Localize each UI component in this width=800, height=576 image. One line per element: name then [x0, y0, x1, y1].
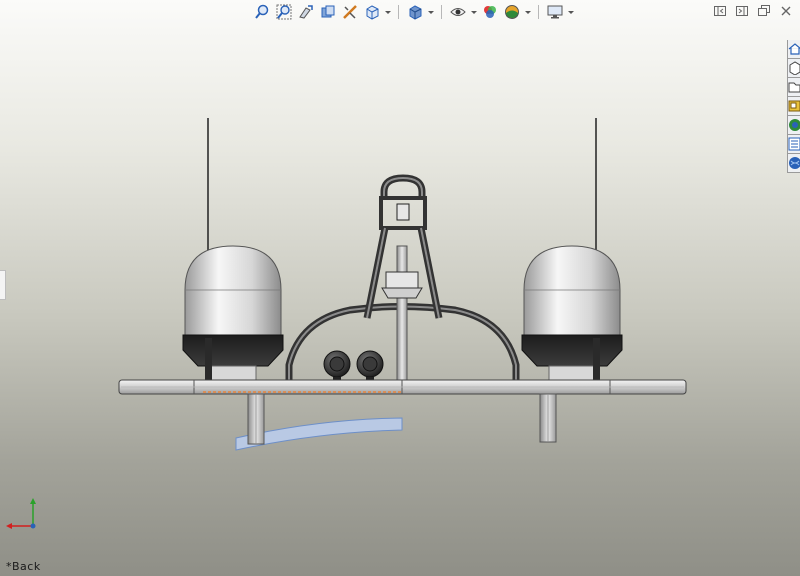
model-back-view[interactable] — [0, 0, 800, 576]
center-mast — [381, 245, 423, 381]
right-radome — [521, 245, 623, 381]
graphics-viewport[interactable]: *Back — [0, 0, 800, 576]
reference-triad — [6, 498, 36, 529]
connector-knobs — [323, 350, 384, 381]
left-radome — [182, 245, 284, 381]
view-name-label: *Back — [6, 560, 41, 573]
base-plate — [118, 379, 687, 395]
